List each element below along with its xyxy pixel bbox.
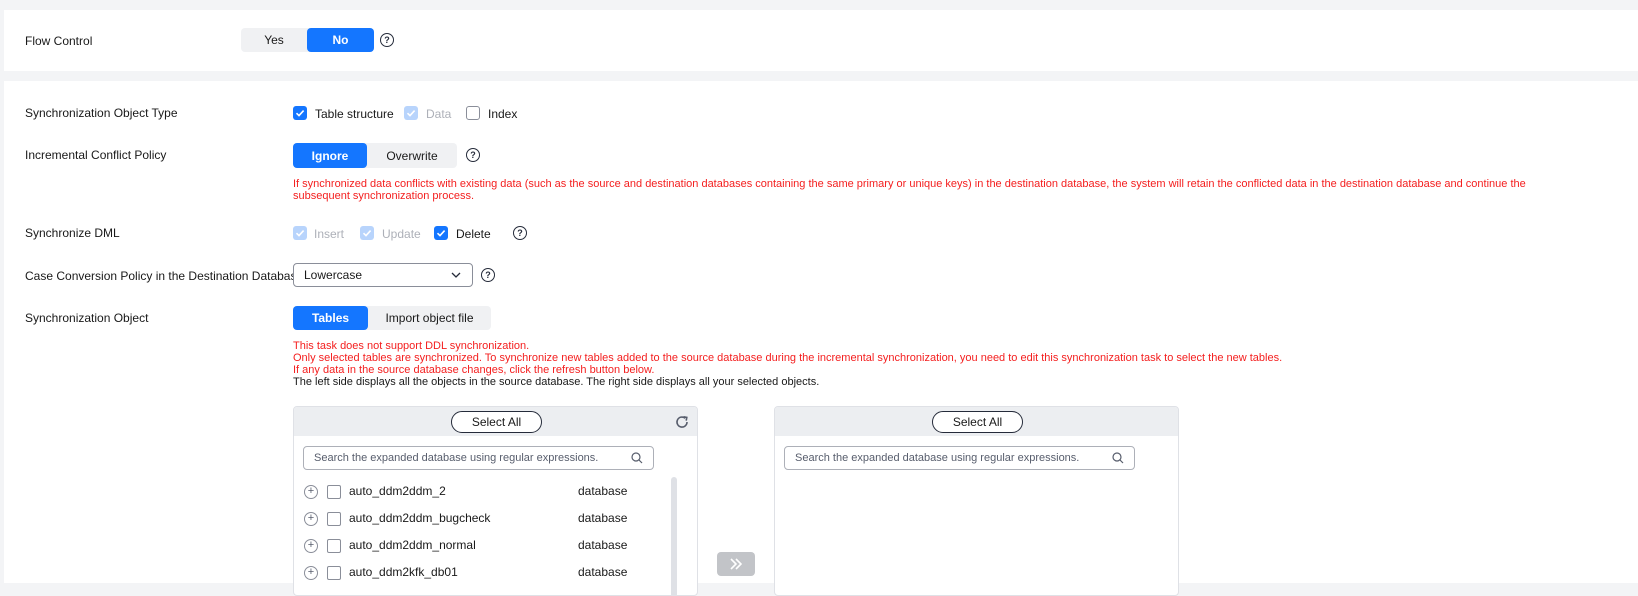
table-row: + auto_ddm2ddm_normal database <box>294 534 697 560</box>
row-name: auto_ddm2kfk_db01 <box>349 565 458 579</box>
source-search-field[interactable] <box>303 446 654 470</box>
sync-object-label: Synchronization Object <box>25 311 149 325</box>
refresh-icon[interactable] <box>674 414 690 430</box>
row-name: auto_ddm2ddm_bugcheck <box>349 511 491 525</box>
sync-object-toggle: Tables Import object file <box>293 306 491 330</box>
table-structure-label: Table structure <box>315 107 394 121</box>
panel-info-note: The left side displays all the objects i… <box>293 376 820 388</box>
expand-icon[interactable]: + <box>304 485 318 499</box>
sync-dml-label: Synchronize DML <box>25 226 120 240</box>
check-icon <box>295 230 305 237</box>
check-icon <box>295 110 305 117</box>
row-type: database <box>578 538 628 552</box>
row-name: auto_ddm2ddm_2 <box>349 484 446 498</box>
check-icon <box>362 230 372 237</box>
conflict-policy-toggle: Ignore Overwrite <box>293 143 457 168</box>
flow-control-label: Flow Control <box>25 34 93 48</box>
conflict-policy-label: Incremental Conflict Policy <box>25 148 167 162</box>
help-icon[interactable]: ? <box>380 33 394 47</box>
flow-control-toggle: Yes No <box>241 28 374 52</box>
insert-checkbox <box>293 226 307 240</box>
expand-icon[interactable]: + <box>304 512 318 526</box>
selected-tables-note: Only selected tables are synchronized. T… <box>293 352 1283 364</box>
table-structure-checkbox[interactable] <box>293 106 307 120</box>
help-icon[interactable]: ? <box>481 268 495 282</box>
check-icon <box>406 110 416 117</box>
selected-search-field[interactable] <box>784 446 1135 470</box>
row-type: database <box>578 484 628 498</box>
check-icon <box>436 230 446 237</box>
row-checkbox[interactable] <box>327 539 341 553</box>
chevron-down-icon <box>451 272 461 278</box>
conflict-policy-note: If synchronized data conflicts with exis… <box>293 178 1526 202</box>
ignore-option[interactable]: Ignore <box>293 143 367 168</box>
row-type: database <box>578 565 628 579</box>
update-label: Update <box>382 227 421 241</box>
selected-objects-panel: Select All <box>774 406 1179 596</box>
ddl-note: This task does not support DDL synchroni… <box>293 340 530 352</box>
tables-option[interactable]: Tables <box>293 306 368 330</box>
search-icon[interactable] <box>1112 452 1124 464</box>
selected-select-all-button[interactable]: Select All <box>932 411 1023 433</box>
case-policy-value: Lowercase <box>304 268 363 282</box>
expand-icon[interactable]: + <box>304 539 318 553</box>
case-policy-label: Case Conversion Policy in the Destinatio… <box>25 269 304 283</box>
overwrite-option[interactable]: Overwrite <box>367 143 457 168</box>
help-icon[interactable]: ? <box>466 148 480 162</box>
delete-label: Delete <box>456 227 491 241</box>
scrollbar[interactable] <box>671 477 677 595</box>
selected-search-input[interactable] <box>795 452 1085 464</box>
refresh-note: If any data in the source database chang… <box>293 364 655 376</box>
import-object-file-option[interactable]: Import object file <box>368 306 491 330</box>
source-objects-panel: Select All + auto_ddm2ddm_2 database + a… <box>293 406 698 596</box>
search-icon[interactable] <box>631 452 643 464</box>
source-select-all-button[interactable]: Select All <box>451 411 542 433</box>
data-label: Data <box>426 107 452 121</box>
table-row: + auto_ddm2ddm_bugcheck database <box>294 507 697 533</box>
expand-icon[interactable]: + <box>304 566 318 580</box>
double-chevron-right-icon <box>730 558 743 570</box>
delete-checkbox[interactable] <box>434 226 448 240</box>
case-policy-select[interactable]: Lowercase <box>293 263 473 287</box>
object-type-label: Synchronization Object Type <box>25 106 178 120</box>
data-checkbox <box>404 106 418 120</box>
index-label: Index <box>488 107 518 121</box>
row-checkbox[interactable] <box>327 566 341 580</box>
row-checkbox[interactable] <box>327 512 341 526</box>
help-icon[interactable]: ? <box>513 226 527 240</box>
flow-control-yes-option[interactable]: Yes <box>241 28 307 52</box>
insert-label: Insert <box>314 227 345 241</box>
table-row: + auto_ddm2kfk_db01 database <box>294 561 697 587</box>
move-right-button[interactable] <box>717 552 755 576</box>
index-checkbox[interactable] <box>466 106 480 120</box>
row-type: database <box>578 511 628 525</box>
source-search-input[interactable] <box>314 452 604 464</box>
row-checkbox[interactable] <box>327 485 341 499</box>
flow-control-no-option[interactable]: No <box>307 28 374 52</box>
table-row: + auto_ddm2ddm_2 database <box>294 480 697 506</box>
update-checkbox <box>360 226 374 240</box>
row-name: auto_ddm2ddm_normal <box>349 538 476 552</box>
